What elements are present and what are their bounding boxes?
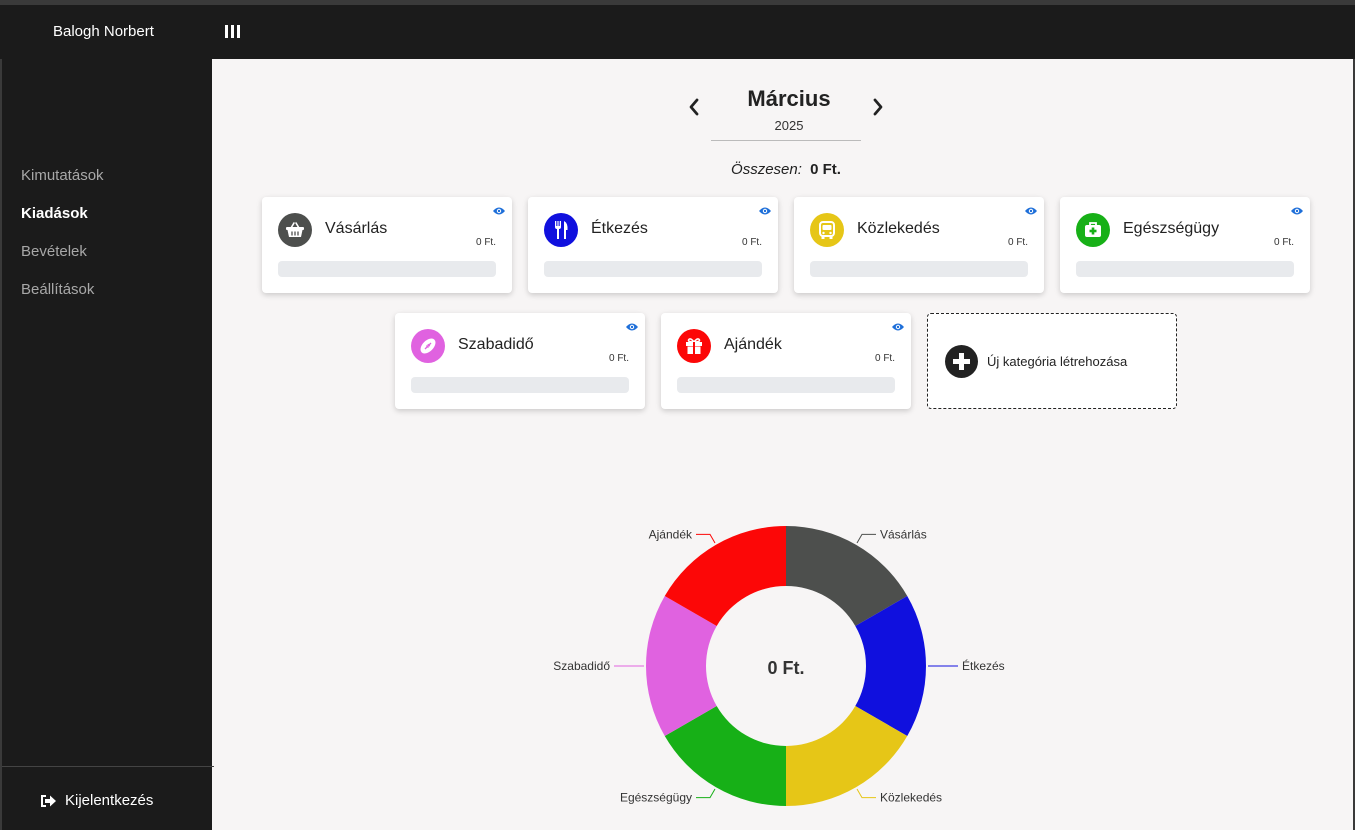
chevron-right-icon[interactable] (868, 94, 888, 120)
month-underline (711, 140, 861, 141)
slice-leader-line (696, 533, 716, 544)
category-name: Egészségügy (1123, 220, 1220, 237)
eye-icon[interactable] (891, 321, 905, 333)
basket-icon (278, 213, 312, 247)
total-value: 0 Ft. (810, 161, 841, 178)
category-card-vasarlas[interactable]: Vásárlás 0 Ft. (262, 197, 512, 293)
category-name: Szabadidő (458, 336, 534, 353)
username: Balogh Norbert (53, 23, 154, 40)
category-amount: 0 Ft. (1007, 237, 1028, 248)
category-name: Étkezés (591, 220, 648, 237)
year: 2025 (774, 118, 804, 133)
total-label: Összesen: (731, 161, 802, 178)
sidebar-item-beallitasok[interactable]: Beállítások (21, 281, 94, 298)
slice-label: Szabadidő (553, 659, 610, 673)
main-content: Március 2025 Összesen: 0 Ft. Vásárlás 0 … (212, 59, 1355, 830)
slice-label: Egészségügy (620, 791, 692, 805)
logout-button[interactable]: Kijelentkezés (40, 792, 153, 809)
eye-icon[interactable] (1024, 205, 1038, 217)
category-progress-bar (677, 377, 895, 393)
football-icon (411, 329, 445, 363)
new-category-label: Új kategória létrehozása (987, 354, 1128, 369)
category-amount: 0 Ft. (608, 353, 629, 364)
category-progress-bar (278, 261, 496, 277)
expense-donut-chart: Vásárlás Étkezés Közlekedés Egészségügy Szab… (553, 526, 1005, 806)
slice-leader-line (856, 788, 876, 799)
category-card-ajandek[interactable]: Ajándék 0 Ft. (661, 313, 911, 409)
category-name: Közlekedés (857, 220, 940, 237)
slice-label: Közlekedés (880, 791, 942, 805)
eye-icon[interactable] (758, 205, 772, 217)
chart-center-label: 0 Ft. (767, 658, 804, 678)
eye-icon[interactable] (1290, 205, 1304, 217)
category-card-etkezes[interactable]: Étkezés 0 Ft. (528, 197, 778, 293)
category-card-egeszsegugy[interactable]: Egészségügy 0 Ft. (1060, 197, 1310, 293)
sidebar-item-kiadasok[interactable]: Kiadások (21, 205, 88, 222)
gift-icon (677, 329, 711, 363)
menu-bars-icon[interactable] (224, 22, 242, 42)
slice-label: Vásárlás (880, 527, 927, 541)
slice-leader-line (696, 788, 716, 799)
new-category-button[interactable]: Új kategória létrehozása (927, 313, 1177, 409)
logout-label: Kijelentkezés (65, 792, 154, 809)
plus-circle-icon (945, 345, 978, 378)
sidebar-item-kimutatasok[interactable]: Kimutatások (21, 167, 104, 184)
utensils-icon (544, 213, 578, 247)
category-card-kozlekedes[interactable]: Közlekedés 0 Ft. (794, 197, 1044, 293)
sign-out-icon (41, 794, 56, 807)
slice-leader-line (856, 533, 876, 544)
category-name: Ajándék (724, 336, 782, 353)
category-card-szabadido[interactable]: Szabadidő 0 Ft. (395, 313, 645, 409)
eye-icon[interactable] (492, 205, 506, 217)
sidebar-divider (2, 766, 214, 767)
category-name: Vásárlás (325, 220, 388, 237)
category-amount: 0 Ft. (475, 237, 496, 248)
category-progress-bar (411, 377, 629, 393)
sidebar: Kimutatások Kiadások Bevételek Beállítás… (0, 59, 214, 830)
bus-icon (810, 213, 844, 247)
category-amount: 0 Ft. (741, 237, 762, 248)
month-name: Március (747, 86, 831, 111)
slice-label: Ajándék (649, 527, 693, 541)
category-amount: 0 Ft. (1273, 237, 1294, 248)
top-bar: Balogh Norbert (0, 5, 1355, 59)
slice-label: Étkezés (962, 658, 1005, 673)
category-progress-bar (810, 261, 1028, 277)
category-progress-bar (1076, 261, 1294, 277)
total-summary: Összesen: 0 Ft. (212, 161, 1355, 178)
eye-icon[interactable] (625, 321, 639, 333)
category-progress-bar (544, 261, 762, 277)
category-amount: 0 Ft. (874, 353, 895, 364)
medkit-icon (1076, 213, 1110, 247)
sidebar-item-bevetelek[interactable]: Bevételek (21, 243, 87, 260)
month-selector: Március 2025 (684, 84, 894, 144)
